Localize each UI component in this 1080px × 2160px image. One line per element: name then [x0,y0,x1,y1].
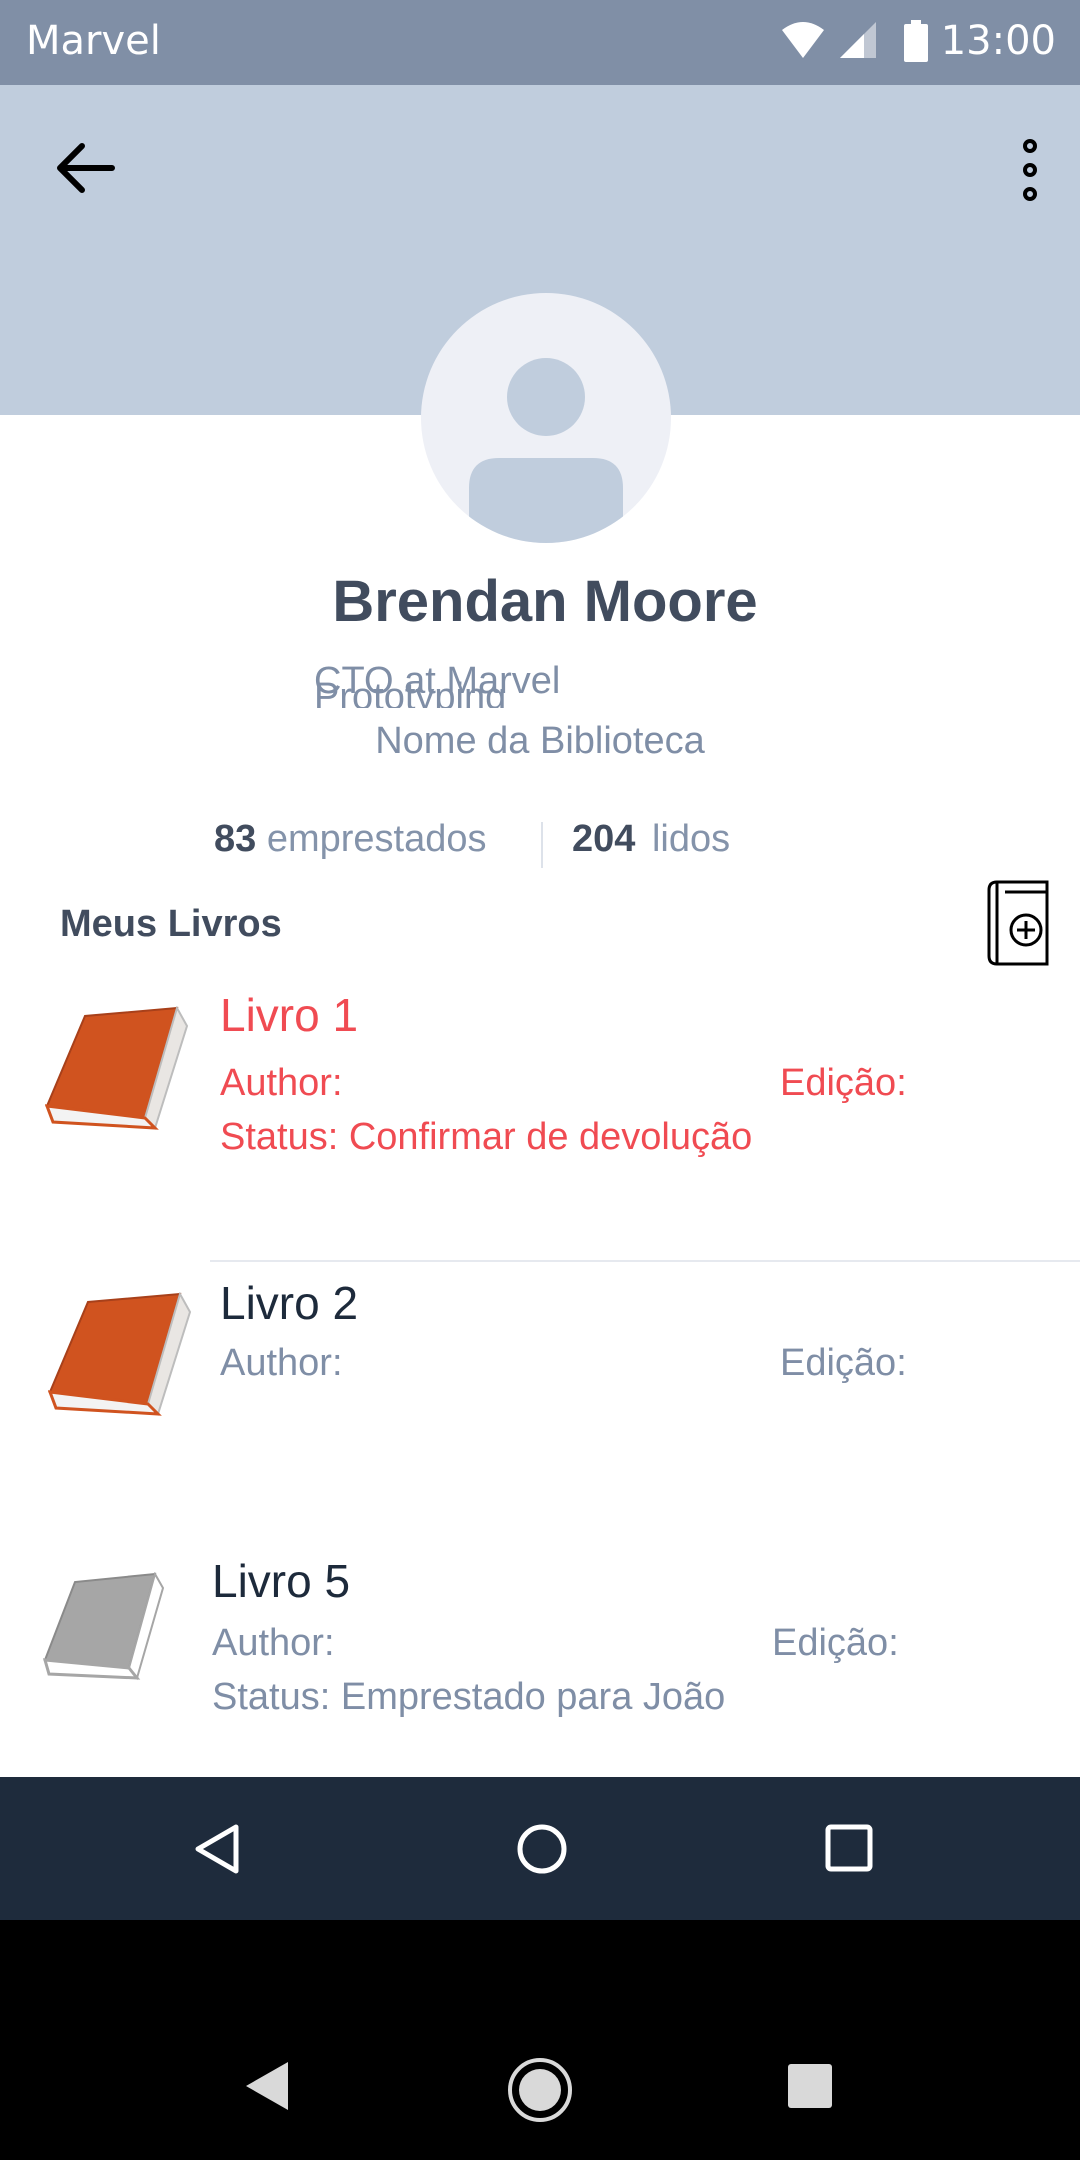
user-role: CTO at Marvel [314,660,561,702]
list-divider [210,1260,1080,1262]
clock-label: 13:00 [940,18,1056,64]
book-title: Livro 1 [220,989,359,1041]
book-author: Author: [220,1062,343,1104]
avatar [421,293,671,543]
library-name: Nome da Biblioteca [375,720,705,762]
book-author: Author: [212,1622,335,1664]
stat-loaned-label: emprestados [266,818,487,860]
battery-icon [904,20,928,62]
user-avatar-icon [469,358,623,543]
book-icon [45,1006,189,1130]
app-navigation-bar [0,1777,1080,1920]
carrier-label: Marvel [26,18,161,64]
square-recent-icon[interactable] [824,1823,874,1873]
section-title: Meus Livros [60,903,282,945]
square-recent-icon[interactable] [786,2062,834,2110]
book-icon [43,1572,165,1681]
book-status: Status: Emprestado para João [212,1676,726,1718]
status-bar: Marvel 13:00 [0,0,1080,85]
circle-home-icon[interactable] [514,1821,570,1877]
user-name: Brendan Moore [332,569,758,634]
stat-read-label: lidos [651,818,731,860]
book-title: Livro 5 [212,1555,351,1607]
circle-home-icon[interactable] [506,2056,574,2124]
book-edition: Edição: [780,1342,907,1384]
list-item[interactable]: Livro 5 Author: Edição: Status: Empresta… [0,1550,1080,1750]
stat-read: 204 lidos [572,818,730,861]
list-item[interactable]: Livro 2 Author: Edição: [0,1270,1080,1450]
wifi-icon [782,22,824,58]
stat-loaned-count: 83 [214,818,257,860]
book-icon [48,1292,192,1416]
book-edition: Edição: [780,1062,907,1104]
add-book-icon[interactable] [985,878,1055,968]
more-vertical-icon[interactable] [1010,135,1050,205]
triangle-back-icon[interactable] [244,2060,290,2112]
stats-divider [541,822,543,868]
stat-read-count: 204 [572,818,636,860]
arrow-left-icon[interactable] [50,138,118,198]
stat-loaned: 83 emprestados [214,818,487,861]
signal-icon [840,22,876,58]
list-item[interactable]: Livro 1 Author: Edição: Status: Confirma… [0,989,1080,1220]
book-author: Author: [220,1342,343,1384]
triangle-back-icon[interactable] [190,1821,246,1877]
book-status: Status: Confirmar de devolução [220,1116,753,1158]
book-title: Livro 2 [220,1277,359,1329]
system-navigation-bar [0,1920,1080,2160]
book-edition: Edição: [772,1622,899,1664]
